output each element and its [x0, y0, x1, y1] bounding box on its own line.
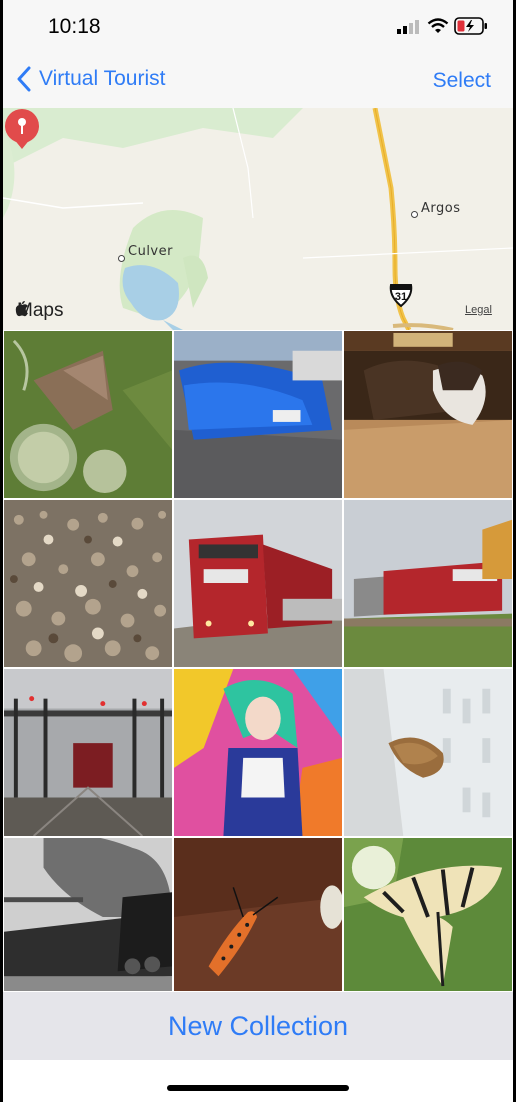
photo-cp-train [344, 500, 512, 667]
town-label-argos: Argos [421, 201, 461, 216]
photo-moth-thistle [4, 331, 172, 498]
back-button-label: Virtual Tourist [39, 67, 166, 90]
wifi-icon [427, 18, 449, 33]
map-terrain [3, 108, 513, 330]
photo-cp-locomotive [174, 500, 342, 667]
photo-red-moth [174, 838, 342, 991]
status-bar: 10:18 [3, 0, 513, 50]
home-indicator[interactable] [167, 1085, 349, 1091]
apple-logo-icon [15, 301, 28, 317]
photo-cell[interactable] [173, 499, 343, 668]
photo-moth-siding [344, 669, 512, 836]
photo-cell[interactable] [3, 499, 173, 668]
battery-icon [454, 17, 487, 35]
cellular-signal-icon [397, 20, 419, 34]
legal-link[interactable]: Legal [465, 304, 492, 316]
navigation-bar: Virtual Tourist Select [3, 52, 513, 109]
photo-collection-grid [3, 330, 513, 992]
apple-maps-logo: Maps [15, 300, 63, 322]
map-view[interactable]: Culver Argos 31 Maps Legal [3, 108, 513, 330]
photo-blue-car [174, 331, 342, 498]
new-collection-label: New Collection [167, 1010, 349, 1041]
photo-cell[interactable] [173, 330, 343, 499]
photo-cell[interactable] [3, 668, 173, 837]
town-marker [118, 255, 125, 262]
photo-comic-art [174, 669, 342, 836]
new-collection-button[interactable]: New Collection [3, 992, 513, 1060]
photo-dog [344, 331, 512, 498]
status-time: 10:18 [48, 15, 101, 38]
phone-screen: 10:18 Virtual Tourist Select Culver Argo… [3, 0, 513, 1102]
photo-swallowtail [344, 838, 512, 991]
back-button[interactable]: Virtual Tourist [17, 66, 165, 92]
town-marker [411, 211, 418, 218]
photo-cell[interactable] [173, 668, 343, 837]
home-indicator-area [3, 1060, 513, 1102]
photo-cell[interactable] [3, 837, 173, 992]
photo-cell[interactable] [173, 837, 343, 992]
photo-gravel [4, 500, 172, 667]
chevron-left-icon [17, 66, 31, 92]
photo-cell[interactable] [343, 837, 513, 992]
map-pin-icon[interactable] [3, 108, 41, 150]
photo-cell[interactable] [3, 330, 173, 499]
photo-cell[interactable] [343, 668, 513, 837]
photo-steam-locomotive [4, 838, 172, 991]
select-button[interactable]: Select [433, 69, 491, 93]
photo-cell[interactable] [343, 499, 513, 668]
route-shield-number: 31 [394, 291, 408, 303]
photo-rail-yard [4, 669, 172, 836]
town-label-culver: Culver [128, 244, 173, 259]
photo-cell[interactable] [343, 330, 513, 499]
